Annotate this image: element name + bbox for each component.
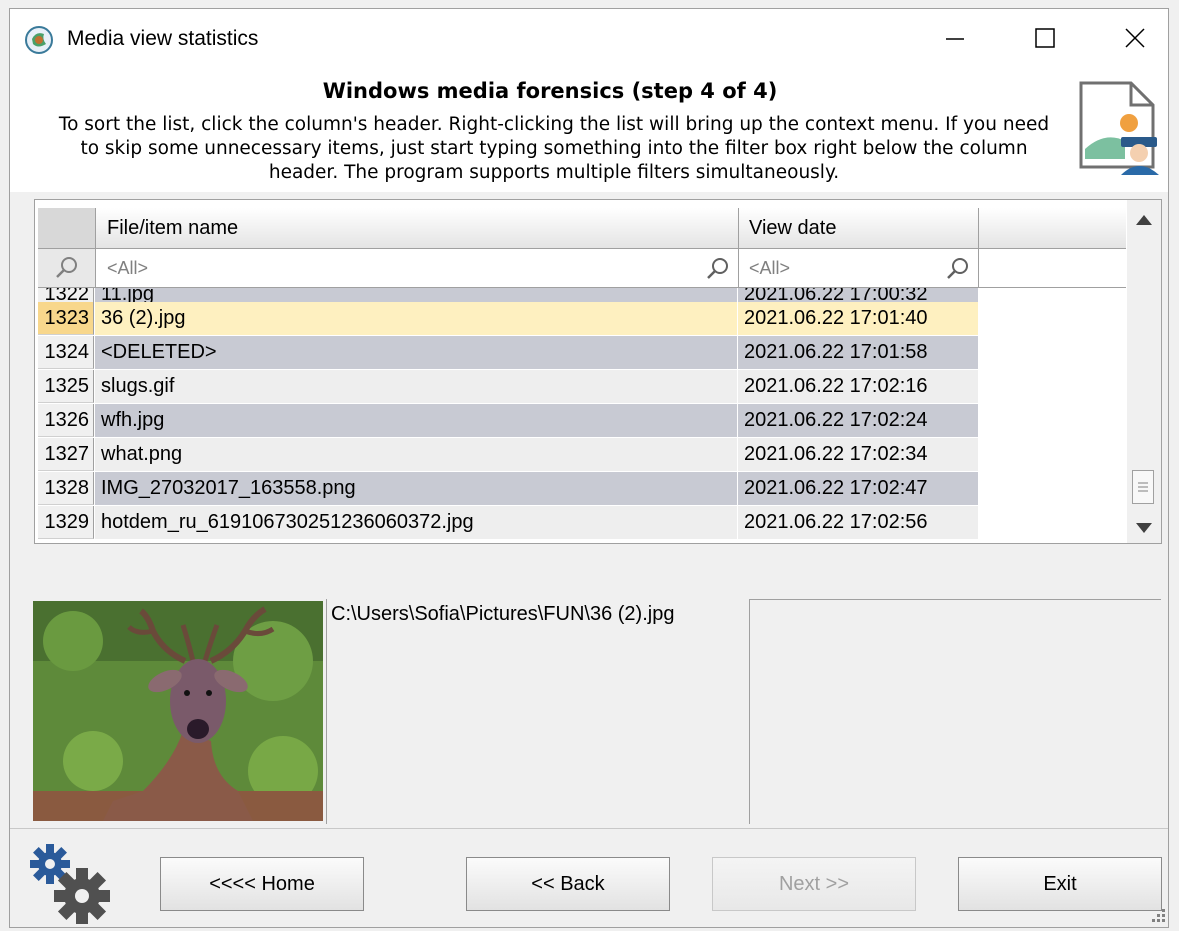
row-number: 1324 bbox=[38, 336, 94, 369]
file-name-cell[interactable]: hotdem_ru_619106730251236060372.jpg bbox=[95, 506, 738, 539]
table-row[interactable]: 1326 wfh.jpg 2021.06.22 17:02:24 bbox=[35, 404, 1127, 438]
filter-row: <All> <All> bbox=[38, 249, 1126, 288]
maximize-button[interactable] bbox=[1000, 9, 1090, 67]
row-number: 1325 bbox=[38, 370, 94, 403]
step-title: Windows media forensics (step 4 of 4) bbox=[322, 79, 778, 103]
table-row[interactable]: 1325 slugs.gif 2021.06.22 17:02:16 bbox=[35, 370, 1127, 404]
table-row[interactable]: 1328 IMG_27032017_163558.png 2021.06.22 … bbox=[35, 472, 1127, 506]
column-header-view-date[interactable]: View date bbox=[739, 208, 979, 248]
view-date-filter-input[interactable]: <All> bbox=[739, 249, 979, 287]
view-date-cell[interactable]: 2021.06.22 17:01:58 bbox=[738, 336, 978, 369]
view-date-cell[interactable]: 2021.06.22 17:02:47 bbox=[738, 472, 978, 505]
title-bar[interactable]: Media view statistics bbox=[10, 9, 1168, 67]
search-icon bbox=[55, 257, 77, 278]
minimize-icon bbox=[946, 38, 964, 40]
next-button[interactable]: Next >> bbox=[712, 857, 916, 911]
file-name-cell[interactable]: slugs.gif bbox=[95, 370, 738, 403]
wizard-header: Windows media forensics (step 4 of 4) To… bbox=[10, 67, 1168, 192]
view-date-cell[interactable]: 2021.06.22 17:02:34 bbox=[738, 438, 978, 471]
image-investigator-icon bbox=[1079, 81, 1159, 175]
scrollbar-thumb[interactable] bbox=[1132, 470, 1154, 504]
row-number: 1323 bbox=[38, 302, 94, 335]
scroll-up-arrow-icon[interactable] bbox=[1135, 214, 1153, 226]
table-row[interactable]: 1327 what.png 2021.06.22 17:02:34 bbox=[35, 438, 1127, 472]
instructions-line: header. The program supports multiple fi… bbox=[268, 162, 840, 183]
search-icon bbox=[947, 258, 968, 279]
row-number: 1328 bbox=[38, 472, 94, 505]
table-row[interactable]: 1329 hotdem_ru_619106730251236060372.jpg… bbox=[35, 506, 1127, 540]
instructions-line: to skip some unnecessary items, just sta… bbox=[80, 138, 1028, 159]
file-path-panel: C:\Users\Sofia\Pictures\FUN\36 (2).jpg bbox=[326, 599, 750, 824]
instructions-line: To sort the list, click the column's hea… bbox=[58, 114, 1050, 135]
vertical-scrollbar[interactable] bbox=[1127, 200, 1161, 543]
details-panel bbox=[749, 599, 1161, 825]
settings-gears-icon bbox=[30, 844, 110, 924]
table-row-selected[interactable]: 1323 36 (2).jpg 2021.06.22 17:01:40 bbox=[35, 302, 1127, 336]
view-date-cell[interactable]: 2021.06.22 17:01:40 bbox=[738, 302, 978, 335]
app-icon bbox=[25, 26, 53, 54]
resize-grip-icon[interactable] bbox=[1148, 907, 1166, 925]
deer-preview-image bbox=[33, 601, 323, 821]
view-date-cell[interactable]: 2021.06.22 17:02:24 bbox=[738, 404, 978, 437]
back-button[interactable]: << Back bbox=[466, 857, 670, 911]
exit-button[interactable]: Exit bbox=[958, 857, 1162, 911]
file-path-text: C:\Users\Sofia\Pictures\FUN\36 (2).jpg bbox=[331, 603, 675, 625]
media-view-statistics-window: Media view statistics Windows media fore… bbox=[9, 8, 1169, 928]
close-icon bbox=[1125, 28, 1145, 48]
row-number: 1326 bbox=[38, 404, 94, 437]
file-name-cell[interactable]: 36 (2).jpg bbox=[95, 302, 738, 335]
image-preview bbox=[33, 601, 323, 821]
file-name-cell[interactable]: <DELETED> bbox=[95, 336, 738, 369]
file-name-cell[interactable]: IMG_27032017_163558.png bbox=[95, 472, 738, 505]
media-list-grid[interactable]: 1322 11.jpg 2021.06.22 17:00:32 1323 36 … bbox=[34, 199, 1162, 544]
home-button[interactable]: <<<< Home bbox=[160, 857, 364, 911]
file-name-cell[interactable]: wfh.jpg bbox=[95, 404, 738, 437]
filter-value: <All> bbox=[107, 258, 149, 278]
footer-divider bbox=[10, 828, 1168, 829]
grip-lines-icon bbox=[1138, 482, 1148, 492]
column-header-file-name[interactable]: File/item name bbox=[95, 208, 739, 248]
table-row[interactable]: 1324 <DELETED> 2021.06.22 17:01:58 bbox=[35, 336, 1127, 370]
row-number: 1329 bbox=[38, 506, 94, 539]
search-icon bbox=[707, 258, 728, 279]
window-title: Media view statistics bbox=[67, 27, 259, 50]
header-corner[interactable] bbox=[38, 208, 96, 248]
instructions-text: To sort the list, click the column's hea… bbox=[34, 113, 1074, 185]
minimize-button[interactable] bbox=[910, 9, 1000, 67]
file-name-cell[interactable]: what.png bbox=[95, 438, 738, 471]
close-button[interactable] bbox=[1090, 9, 1179, 67]
scroll-down-arrow-icon[interactable] bbox=[1135, 522, 1153, 534]
filter-value: <All> bbox=[749, 258, 791, 278]
maximize-icon bbox=[1035, 28, 1055, 48]
view-date-cell[interactable]: 2021.06.22 17:02:56 bbox=[738, 506, 978, 539]
view-date-cell[interactable]: 2021.06.22 17:02:16 bbox=[738, 370, 978, 403]
row-number: 1327 bbox=[38, 438, 94, 471]
file-name-filter-input[interactable]: <All> bbox=[95, 249, 739, 287]
filter-row-icon-cell bbox=[38, 249, 96, 287]
column-header-row: File/item name View date bbox=[38, 208, 1126, 249]
